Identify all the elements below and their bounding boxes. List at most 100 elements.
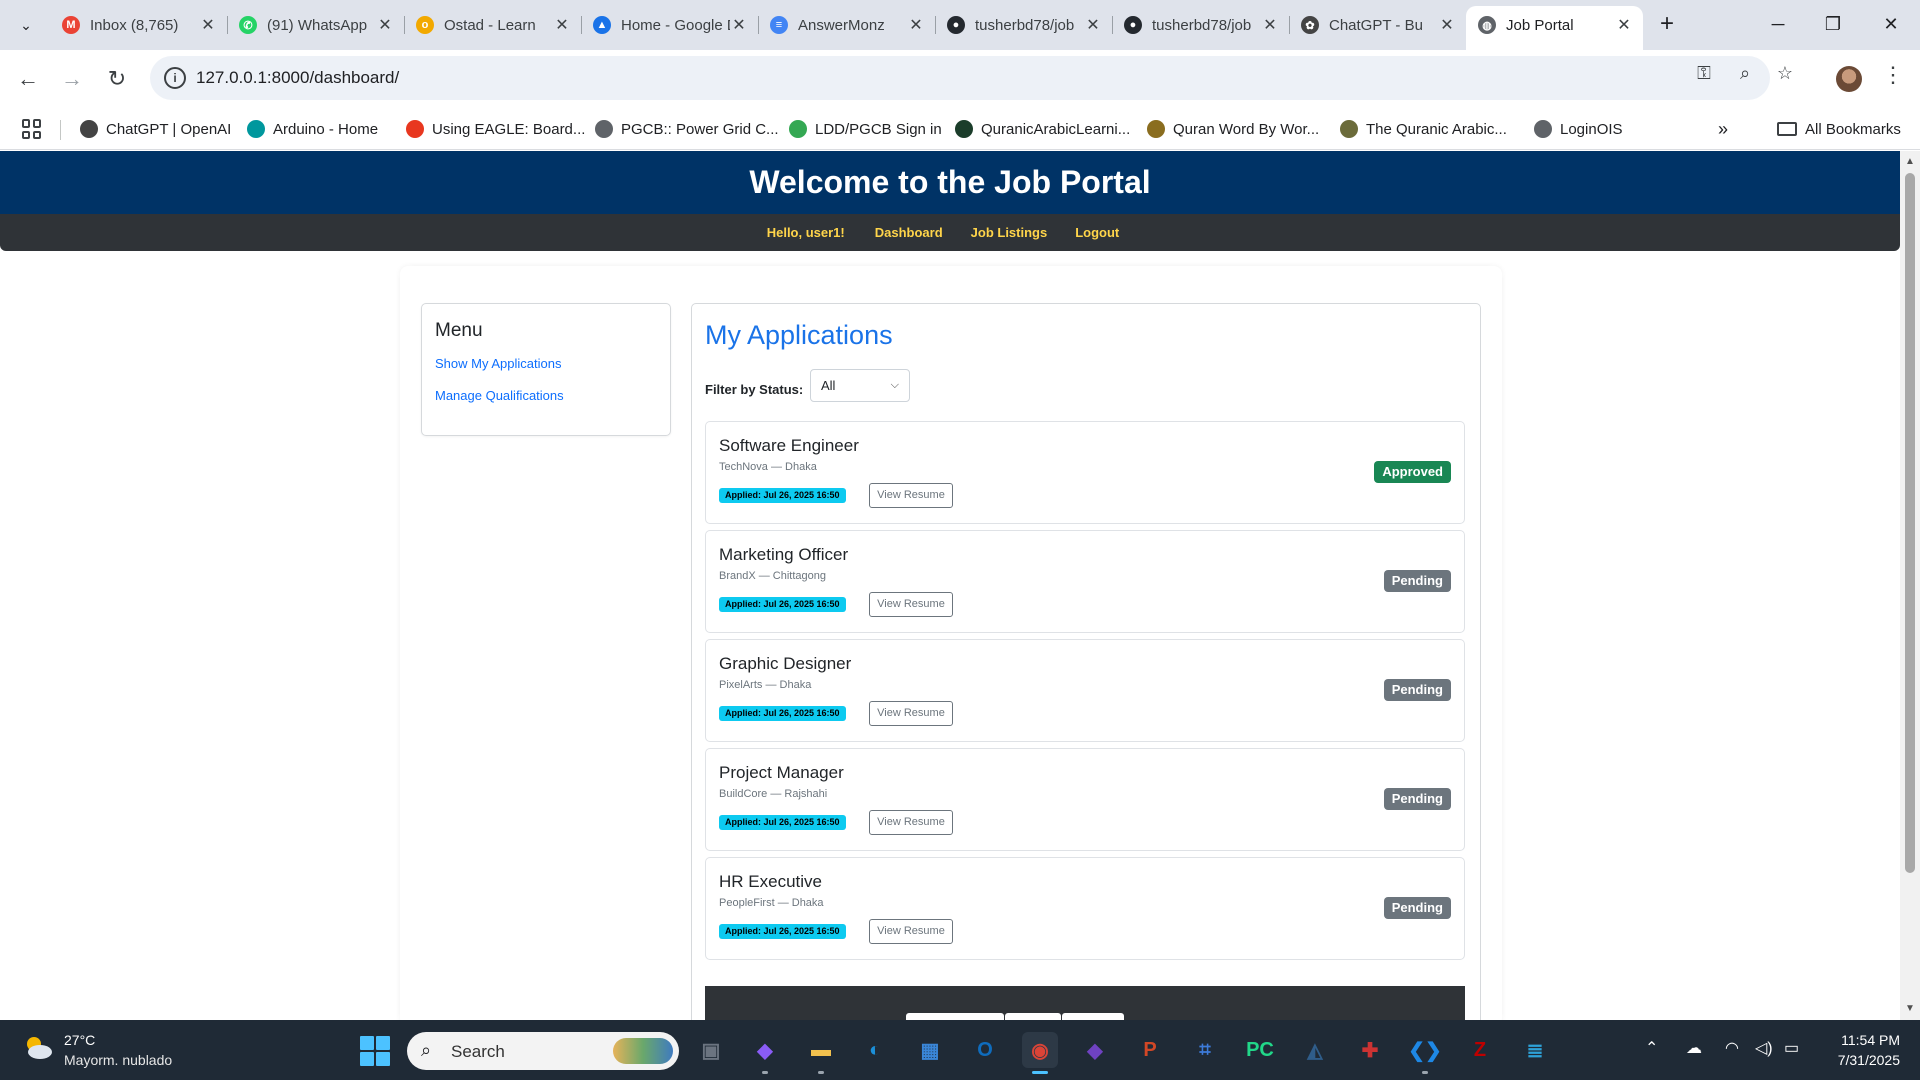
- bookmark-item[interactable]: Quran Word By Wor...: [1147, 108, 1319, 150]
- taskbar-app-button[interactable]: ◆: [747, 1032, 783, 1068]
- weather-description[interactable]: Mayorm. nublado: [64, 1052, 172, 1068]
- view-resume-button[interactable]: View Resume: [869, 919, 953, 944]
- applications-card: My Applications Filter by Status: All ⌵ …: [691, 303, 1481, 1020]
- wifi-icon[interactable]: ◠: [1725, 1038, 1739, 1058]
- restore-button[interactable]: ❐: [1808, 8, 1858, 40]
- weather-cloud-icon[interactable]: [22, 1034, 54, 1060]
- browser-tab[interactable]: ✆ (91) WhatsApp ✕: [227, 6, 404, 44]
- weather-temperature[interactable]: 27°C: [64, 1032, 95, 1048]
- scroll-up-icon[interactable]: ▲: [1900, 153, 1920, 171]
- view-resume-button[interactable]: View Resume: [869, 701, 953, 726]
- tab-search-button[interactable]: ⌄: [10, 9, 42, 41]
- bookmark-item[interactable]: Arduino - Home: [247, 108, 378, 150]
- nav-dashboard[interactable]: Dashboard: [875, 225, 943, 240]
- bookmark-item[interactable]: The Quranic Arabic...: [1340, 108, 1507, 150]
- company-location: PixelArts — Dhaka: [719, 679, 812, 691]
- browser-tab[interactable]: M Inbox (8,765) ✕: [50, 6, 227, 44]
- close-tab-icon[interactable]: ✕: [376, 15, 394, 35]
- taskbar-app-button[interactable]: ❮❯: [1407, 1032, 1443, 1068]
- taskbar-app-button[interactable]: ▦: [912, 1032, 948, 1068]
- browser-menu-icon[interactable]: ⋮: [1882, 62, 1904, 88]
- close-window-button[interactable]: ✕: [1866, 8, 1916, 40]
- password-key-icon[interactable]: ⚿: [1693, 62, 1715, 84]
- browser-tab[interactable]: ● tusherbd78/job ✕: [935, 6, 1112, 44]
- bookmark-label: Using EAGLE: Board...: [432, 120, 586, 138]
- bookmark-item[interactable]: LoginOIS: [1534, 108, 1623, 150]
- taskbar-app-button[interactable]: ≣: [1517, 1032, 1553, 1068]
- forward-button[interactable]: →: [56, 63, 88, 95]
- running-indicator: [1422, 1071, 1428, 1074]
- taskbar-search[interactable]: ⌕ Search: [407, 1032, 679, 1070]
- taskbar-app-button[interactable]: PC: [1242, 1032, 1278, 1068]
- taskbar-app-button[interactable]: ▬: [803, 1032, 839, 1068]
- more-bookmarks-icon[interactable]: »: [1718, 108, 1728, 150]
- taskbar-app-button[interactable]: ⌗: [1187, 1032, 1223, 1068]
- search-icon: ⌕: [421, 1040, 432, 1060]
- browser-tab[interactable]: ▲ Home - Google Drive✕: [581, 6, 758, 44]
- close-tab-icon[interactable]: ✕: [1615, 15, 1633, 35]
- bookmark-item[interactable]: LDD/PGCB Sign in: [789, 108, 942, 150]
- address-bar[interactable]: i 127.0.0.1:8000/dashboard/: [150, 56, 1770, 100]
- browser-tab[interactable]: ● tusherbd78/job ✕: [1112, 6, 1289, 44]
- application-item: HR Executive PeopleFirst — Dhaka Applied: …: [705, 857, 1465, 960]
- minimize-button[interactable]: ─: [1753, 8, 1803, 40]
- close-tab-icon[interactable]: ✕: [1438, 15, 1456, 35]
- taskbar-app-button[interactable]: ◐: [857, 1032, 893, 1068]
- bookmark-item[interactable]: ChatGPT | OpenAI: [80, 108, 231, 150]
- bookmark-star-icon[interactable]: ☆: [1774, 62, 1796, 84]
- clock-time[interactable]: 11:54 PM: [1820, 1032, 1900, 1048]
- close-tab-icon[interactable]: ✕: [730, 15, 748, 35]
- back-button[interactable]: ←: [12, 63, 44, 95]
- gmail-icon: M: [62, 16, 80, 34]
- menu-link-show-applications[interactable]: Show My Applications: [435, 356, 657, 371]
- taskbar-app-button[interactable]: ◆: [1077, 1032, 1113, 1068]
- view-resume-button[interactable]: View Resume: [869, 483, 953, 508]
- onedrive-icon[interactable]: ☁: [1686, 1038, 1702, 1058]
- url-text[interactable]: 127.0.0.1:8000/dashboard/: [196, 56, 399, 100]
- search-highlight-image: [613, 1038, 673, 1064]
- browser-tab[interactable]: ✿ ChatGPT - Bu ✕: [1289, 6, 1466, 44]
- all-bookmarks-button[interactable]: All Bookmarks: [1777, 108, 1901, 150]
- taskbar-app-button[interactable]: Z: [1462, 1032, 1498, 1068]
- profile-avatar[interactable]: [1836, 66, 1862, 92]
- browser-tab[interactable]: ≡ AnswerMonz ✕: [758, 6, 935, 44]
- scrollbar-thumb[interactable]: [1905, 173, 1915, 873]
- close-tab-icon[interactable]: ✕: [1084, 15, 1102, 35]
- battery-icon[interactable]: ▭: [1784, 1038, 1799, 1058]
- nav-job-listings[interactable]: Job Listings: [971, 225, 1048, 240]
- nav-logout[interactable]: Logout: [1075, 225, 1119, 240]
- clock-date[interactable]: 7/31/2025: [1820, 1052, 1900, 1068]
- taskbar-app-button[interactable]: O: [967, 1032, 1003, 1068]
- taskbar-app-button[interactable]: ◉: [1022, 1032, 1058, 1068]
- job-title: Software Engineer: [719, 436, 859, 455]
- browser-tab[interactable]: ◍ Job Portal ✕: [1466, 6, 1643, 50]
- bookmark-item[interactable]: Using EAGLE: Board...: [406, 108, 585, 150]
- taskbar-app-button[interactable]: ▣: [693, 1032, 729, 1068]
- browser-tab[interactable]: o Ostad - Learn ✕: [404, 6, 581, 44]
- tray-overflow-icon[interactable]: ⌃: [1645, 1038, 1658, 1058]
- start-button[interactable]: [360, 1036, 390, 1066]
- taskbar-app-button[interactable]: ✚: [1352, 1032, 1388, 1068]
- close-tab-icon[interactable]: ✕: [1261, 15, 1279, 35]
- status-filter-select[interactable]: All ⌵: [810, 369, 910, 402]
- menu-link-manage-qualifications[interactable]: Manage Qualifications: [435, 388, 657, 403]
- volume-icon[interactable]: ◁): [1755, 1038, 1773, 1058]
- job-title: Project Manager: [719, 763, 844, 782]
- page-scrollbar[interactable]: ▲ ▼: [1900, 151, 1920, 1020]
- site-info-icon[interactable]: i: [164, 67, 186, 89]
- scroll-down-icon[interactable]: ▼: [1900, 1000, 1920, 1018]
- new-tab-button[interactable]: +: [1652, 10, 1682, 40]
- close-tab-icon[interactable]: ✕: [553, 15, 571, 35]
- applied-date-badge: Applied: Jul 26, 2025 16:50: [719, 924, 846, 939]
- close-tab-icon[interactable]: ✕: [199, 15, 217, 35]
- view-resume-button[interactable]: View Resume: [869, 592, 953, 617]
- zoom-icon[interactable]: ⌕: [1734, 62, 1756, 84]
- taskbar-app-button[interactable]: P: [1132, 1032, 1168, 1068]
- bookmark-item[interactable]: QuranicArabicLearni...: [955, 108, 1130, 150]
- close-tab-icon[interactable]: ✕: [907, 15, 925, 35]
- view-resume-button[interactable]: View Resume: [869, 810, 953, 835]
- bookmark-item[interactable]: PGCB:: Power Grid C...: [595, 108, 779, 150]
- apps-grid-icon[interactable]: [22, 119, 42, 139]
- taskbar-app-button[interactable]: ◭: [1297, 1032, 1333, 1068]
- reload-button[interactable]: ↻: [101, 63, 133, 95]
